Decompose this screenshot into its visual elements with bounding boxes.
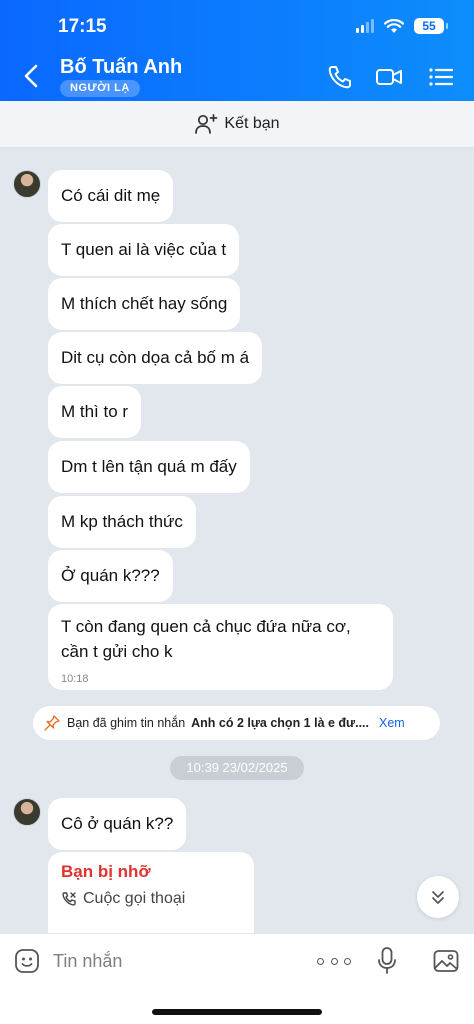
home-indicator[interactable] (152, 1009, 322, 1015)
message-bubble[interactable]: T còn đang quen cả chục đứa nữa cơ, cần … (48, 604, 393, 690)
microphone-icon[interactable] (376, 946, 398, 976)
message-list[interactable]: Có cái dit mẹ T quen ai là việc của t M … (0, 148, 474, 933)
pin-icon (44, 715, 60, 731)
message-bubble[interactable]: Dit cụ còn dọa cả bố m á (48, 332, 263, 384)
avatar[interactable] (13, 170, 41, 198)
contact-name[interactable]: Bố Tuấn Anh (60, 56, 182, 79)
pinned-message-bar[interactable]: Bạn đã ghim tin nhắn Anh có 2 lựa chọn 1… (33, 706, 440, 740)
add-user-icon (195, 114, 218, 134)
image-icon[interactable] (432, 947, 460, 975)
message-bubble[interactable]: Cô ở quán k?? (48, 798, 187, 850)
missed-call-card[interactable]: Bạn bị nhỡ Cuộc gọi thoại (48, 852, 254, 933)
back-icon[interactable] (20, 62, 44, 90)
home-area (0, 989, 474, 1024)
status-icons: 55 (356, 18, 448, 34)
message-time: 10:18 (61, 673, 89, 685)
wifi-icon (384, 18, 404, 33)
stranger-badge: NGƯỜI LẠ (60, 80, 140, 97)
more-options-icon[interactable] (317, 948, 351, 974)
pinned-message: Anh có 2 lựa chọn 1 là e đư.... (191, 716, 370, 730)
message-bubble[interactable]: Dm t lên tận quá m đấy (48, 441, 250, 493)
list-menu-icon[interactable] (426, 62, 456, 92)
message-bubble[interactable]: Ở quán k??? (48, 550, 173, 602)
sticker-icon[interactable] (13, 947, 41, 975)
call-type-label: Cuộc gọi thoại (83, 890, 186, 907)
date-separator: 10:39 23/02/2025 (170, 756, 304, 780)
phone-icon (62, 892, 76, 906)
video-call-icon[interactable] (374, 62, 404, 92)
message-input[interactable] (53, 946, 293, 976)
message-bubble[interactable]: M thì to r (48, 386, 142, 438)
pinned-prefix: Bạn đã ghim tin nhắn (67, 716, 186, 730)
add-friend-label: Kết bạn (224, 115, 280, 132)
avatar[interactable] (13, 798, 41, 826)
status-time: 17:15 (58, 16, 107, 37)
scroll-to-bottom-button[interactable] (417, 876, 459, 918)
message-bubble[interactable]: Có cái dit mẹ (48, 170, 174, 222)
message-bubble[interactable]: M kp thách thức (48, 496, 196, 548)
signal-icon (356, 19, 374, 33)
composer-bar (0, 933, 474, 989)
double-chevron-down-icon (432, 891, 444, 904)
message-bubble[interactable]: T quen ai là việc của t (48, 224, 240, 276)
message-bubble[interactable]: M thích chết hay sống (48, 278, 241, 330)
phone-icon[interactable] (325, 62, 355, 92)
missed-call-title: Bạn bị nhỡ (61, 862, 151, 881)
add-friend-button[interactable]: Kết bạn (0, 101, 474, 148)
message-text: T còn đang quen cả chục đứa nữa cơ, cần … (61, 617, 351, 661)
chat-header: 17:15 55 Bố Tuấn Anh NGƯỜI LẠ (0, 0, 474, 101)
call-type: Cuộc gọi thoại (61, 890, 241, 908)
battery-icon: 55 (414, 18, 448, 34)
pinned-view-link[interactable]: Xem (379, 716, 405, 730)
